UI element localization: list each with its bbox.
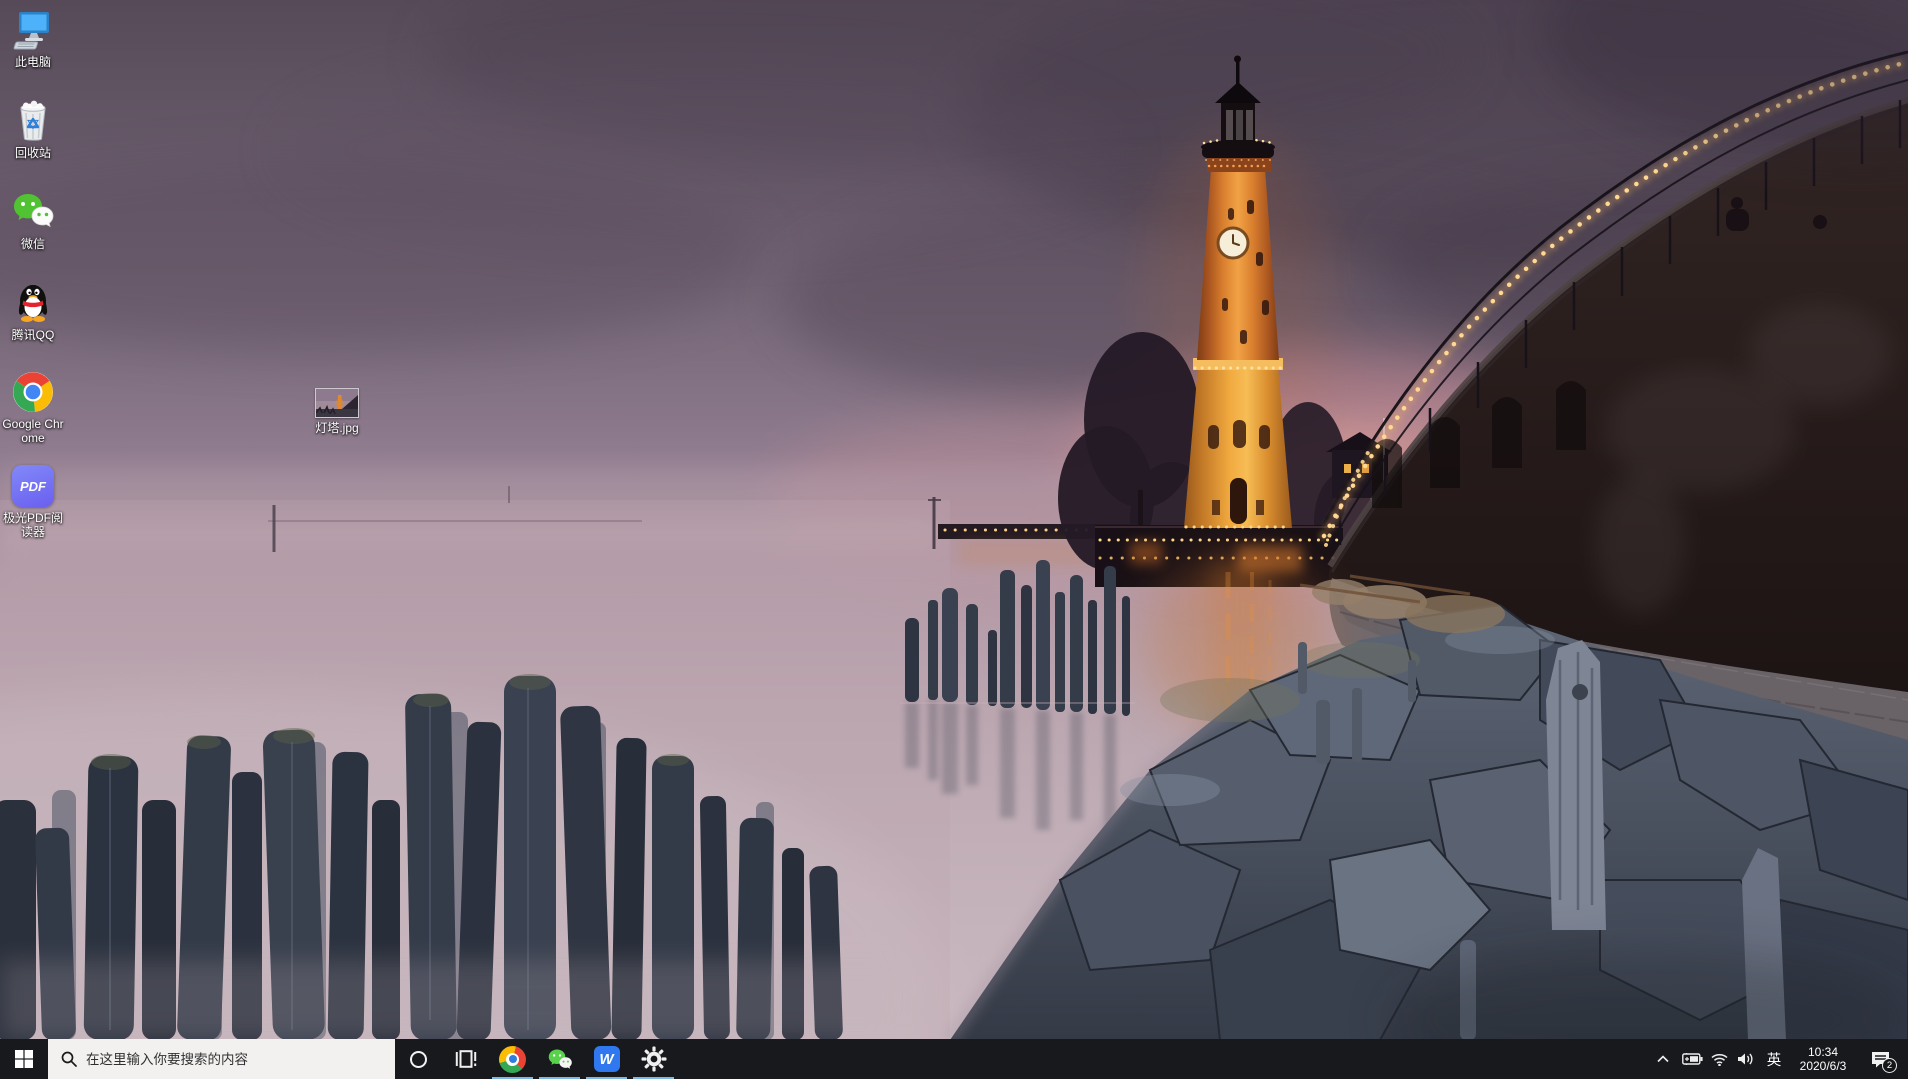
windows-logo-icon (15, 1050, 33, 1068)
desktop-icon-recycle-bin[interactable]: 回收站 (0, 99, 66, 160)
wallpaper-image (0, 0, 1908, 1040)
clock-time: 10:34 (1808, 1045, 1838, 1059)
wps-logo-text: W (599, 1051, 613, 1068)
wechat-icon (11, 190, 55, 234)
wall-ornament (1813, 215, 1827, 229)
system-tray: 英 10:34 2020/6/3 2 (1648, 1039, 1908, 1079)
battery-charging-icon (1682, 1053, 1703, 1065)
recycle-bin-icon (11, 99, 55, 143)
wps-icon: W (594, 1046, 620, 1072)
desktop-file-lighthouse-jpg[interactable]: 灯塔.jpg (304, 388, 370, 435)
pdf-logo-text: PDF (20, 479, 46, 494)
taskbar-clock[interactable]: 10:34 2020/6/3 (1788, 1039, 1858, 1079)
desktop-icon-google-chrome[interactable]: Google Chrome (0, 370, 66, 445)
tray-overflow-button[interactable] (1648, 1039, 1678, 1079)
task-view-icon (455, 1049, 477, 1069)
desktop-icon-wechat[interactable]: 微信 (0, 190, 66, 251)
desktop-icon-aurora-pdf-reader[interactable]: PDF 极光PDF阅读器 (0, 464, 66, 539)
icon-label: 此电脑 (15, 55, 51, 69)
wechat-icon (546, 1046, 574, 1072)
gear-icon (641, 1046, 667, 1072)
clock-date: 2020/6/3 (1800, 1059, 1847, 1073)
icon-label: Google Chrome (0, 417, 66, 445)
lighthouse-tower (1197, 168, 1279, 360)
volume-status[interactable] (1732, 1039, 1760, 1079)
ime-label: 英 (1767, 1049, 1782, 1070)
taskbar: W (0, 1039, 1908, 1079)
windows-desktop: 此电脑 回收站 微信 (0, 0, 1908, 1079)
notification-badge: 2 (1882, 1058, 1897, 1073)
taskbar-wps-button[interactable]: W (583, 1039, 630, 1079)
icon-label: 回收站 (15, 146, 51, 160)
taskbar-settings-button[interactable] (630, 1039, 677, 1079)
taskbar-wechat-button[interactable] (536, 1039, 583, 1079)
search-input[interactable] (86, 1052, 356, 1067)
chevron-up-icon (1657, 1055, 1669, 1063)
task-view-button[interactable] (442, 1039, 489, 1079)
icon-label: 微信 (21, 237, 45, 251)
tencent-qq-icon (11, 281, 55, 325)
action-center-button[interactable]: 2 (1858, 1039, 1902, 1079)
taskbar-chrome-button[interactable] (489, 1039, 536, 1079)
icon-label: 灯塔.jpg (315, 421, 358, 435)
cortana-icon (410, 1051, 427, 1068)
chrome-icon (499, 1046, 526, 1073)
taskbar-search[interactable] (48, 1039, 395, 1079)
desktop-icon-this-pc[interactable]: 此电脑 (0, 8, 66, 69)
speaker-icon (1737, 1052, 1755, 1066)
icon-label: 腾讯QQ (12, 328, 55, 342)
wifi-icon (1711, 1053, 1728, 1066)
search-icon (61, 1051, 77, 1067)
this-pc-icon (11, 8, 55, 52)
cortana-button[interactable] (395, 1039, 442, 1079)
network-status[interactable] (1706, 1039, 1732, 1079)
icon-label: 极光PDF阅读器 (0, 511, 66, 539)
start-button[interactable] (0, 1039, 48, 1079)
aurora-pdf-reader-icon: PDF (11, 464, 55, 508)
desktop-icon-tencent-qq[interactable]: 腾讯QQ (0, 281, 66, 342)
lighthouse-jpg-thumbnail (315, 388, 359, 418)
battery-status[interactable] (1678, 1039, 1706, 1079)
ime-indicator[interactable]: 英 (1760, 1039, 1788, 1079)
google-chrome-icon (11, 370, 55, 414)
